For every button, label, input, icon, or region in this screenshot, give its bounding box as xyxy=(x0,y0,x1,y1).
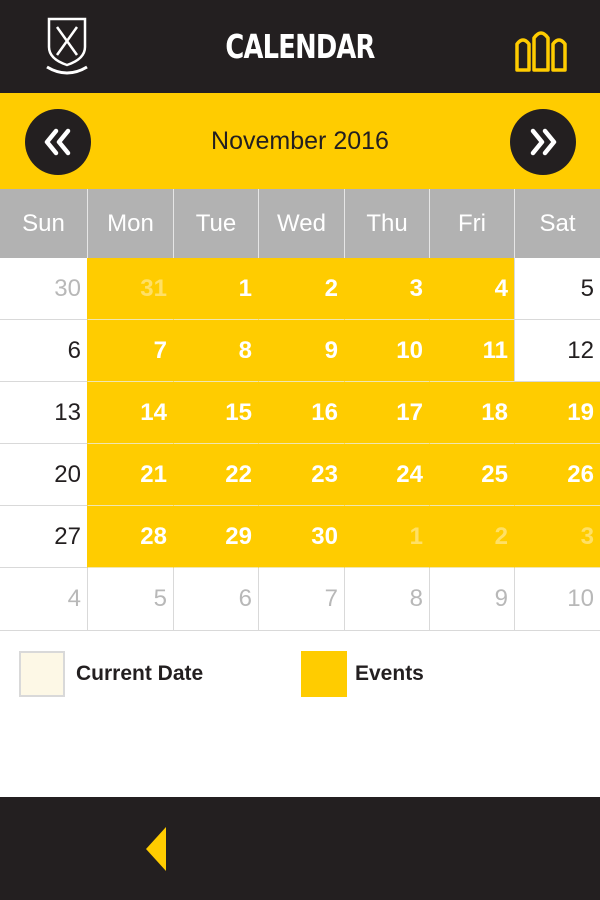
app-header: CALENDAR xyxy=(0,0,600,93)
calendar-day-cell[interactable]: 30 xyxy=(258,506,344,568)
museum-icon[interactable] xyxy=(511,26,571,72)
calendar-day-cell[interactable]: 30 xyxy=(0,258,87,320)
calendar-day-cell[interactable]: 19 xyxy=(514,382,600,444)
calendar-day-cell[interactable]: 24 xyxy=(344,444,429,506)
calendar-day-cell[interactable]: 9 xyxy=(429,568,514,631)
calendar-day-cell[interactable]: 7 xyxy=(258,568,344,631)
school-crest-icon[interactable] xyxy=(45,17,89,79)
calendar-day-cell[interactable]: 1 xyxy=(344,506,429,568)
weekday-header-fri: Fri xyxy=(429,189,514,258)
calendar-day-cell[interactable]: 10 xyxy=(344,320,429,382)
calendar-day-cell[interactable]: 10 xyxy=(514,568,600,631)
calendar-day-cell[interactable]: 8 xyxy=(173,320,258,382)
weekday-header-wed: Wed xyxy=(258,189,344,258)
calendar-day-cell[interactable]: 8 xyxy=(344,568,429,631)
calendar-day-cell[interactable]: 18 xyxy=(429,382,514,444)
events-swatch xyxy=(301,651,347,697)
events-legend-label: Events xyxy=(355,662,424,685)
current-month-label: November 2016 xyxy=(211,127,389,155)
calendar-day-cell[interactable]: 4 xyxy=(429,258,514,320)
calendar-day-cell[interactable]: 11 xyxy=(429,320,514,382)
calendar-day-cell[interactable]: 17 xyxy=(344,382,429,444)
calendar-day-cell[interactable]: 29 xyxy=(173,506,258,568)
next-month-button[interactable] xyxy=(510,109,576,175)
calendar-day-cell[interactable]: 27 xyxy=(0,506,87,568)
calendar-day-cell[interactable]: 6 xyxy=(0,320,87,382)
calendar-day-cell[interactable]: 1 xyxy=(173,258,258,320)
calendar-day-cell[interactable]: 16 xyxy=(258,382,344,444)
weekday-header-mon: Mon xyxy=(87,189,173,258)
previous-month-button[interactable] xyxy=(25,109,91,175)
calendar-day-cell[interactable]: 15 xyxy=(173,382,258,444)
calendar-day-cell[interactable]: 22 xyxy=(173,444,258,506)
calendar-day-cell[interactable]: 2 xyxy=(258,258,344,320)
calendar-day-cell[interactable]: 9 xyxy=(258,320,344,382)
calendar-day-cell[interactable]: 28 xyxy=(87,506,173,568)
weekday-header-tue: Tue xyxy=(173,189,258,258)
back-arrow-icon[interactable] xyxy=(138,823,174,875)
calendar-day-cell[interactable]: 25 xyxy=(429,444,514,506)
current-date-legend-label: Current Date xyxy=(76,662,204,685)
weekday-header-thu: Thu xyxy=(344,189,429,258)
page-title: CALENDAR xyxy=(225,27,375,66)
footer-bar xyxy=(0,797,600,900)
calendar-day-cell[interactable]: 5 xyxy=(514,258,600,320)
calendar-day-cell[interactable]: 23 xyxy=(258,444,344,506)
calendar-day-cell[interactable]: 14 xyxy=(87,382,173,444)
weekday-header-sun: Sun xyxy=(0,189,87,258)
calendar-day-cell[interactable]: 31 xyxy=(87,258,173,320)
double-chevron-right-icon xyxy=(530,128,557,156)
weekday-header-sat: Sat xyxy=(514,189,600,258)
calendar-day-cell[interactable]: 2 xyxy=(429,506,514,568)
calendar-day-cell[interactable]: 3 xyxy=(514,506,600,568)
calendar-day-cell[interactable]: 7 xyxy=(87,320,173,382)
calendar-day-cell[interactable]: 5 xyxy=(87,568,173,631)
calendar-day-cell[interactable]: 26 xyxy=(514,444,600,506)
calendar-legend: Current Date Events xyxy=(0,631,600,797)
calendar-day-cell[interactable]: 12 xyxy=(514,320,600,382)
calendar-grid: Sun Mon Tue Wed Thu Fri Sat 30 31 1 2 3 4 5 6 7 8… xyxy=(0,189,600,631)
calendar-day-cell[interactable]: 20 xyxy=(0,444,87,506)
double-chevron-left-icon xyxy=(44,128,71,156)
current-date-swatch xyxy=(19,651,65,697)
calendar-day-cell[interactable]: 21 xyxy=(87,444,173,506)
calendar-day-cell[interactable]: 6 xyxy=(173,568,258,631)
calendar-day-cell[interactable]: 3 xyxy=(344,258,429,320)
month-navigation-bar: November 2016 xyxy=(0,93,600,189)
calendar-day-cell[interactable]: 4 xyxy=(0,568,87,631)
calendar-day-cell[interactable]: 13 xyxy=(0,382,87,444)
